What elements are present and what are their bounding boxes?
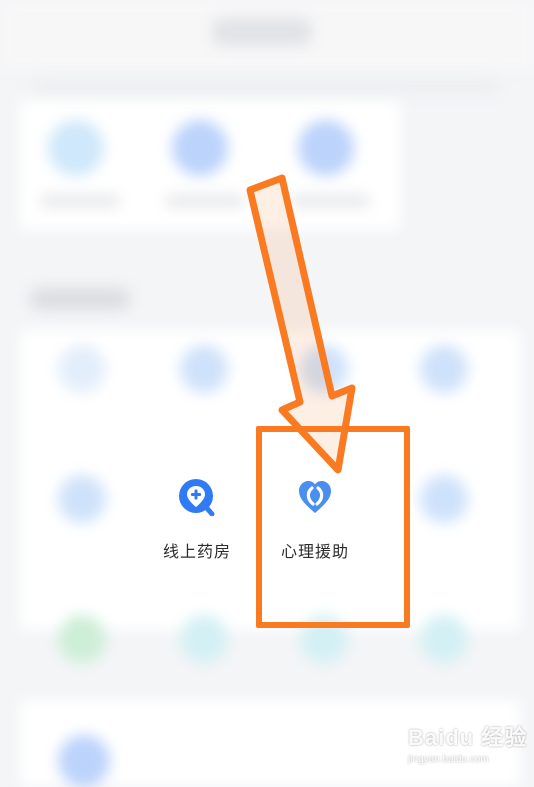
watermark-url: jingyan.baidu.com [408,754,489,765]
baidu-watermark: Baidu 经验 jingyan.baidu.com [408,720,528,776]
annotation-arrow [246,174,356,474]
watermark-text: Baidu 经验 [408,725,528,750]
